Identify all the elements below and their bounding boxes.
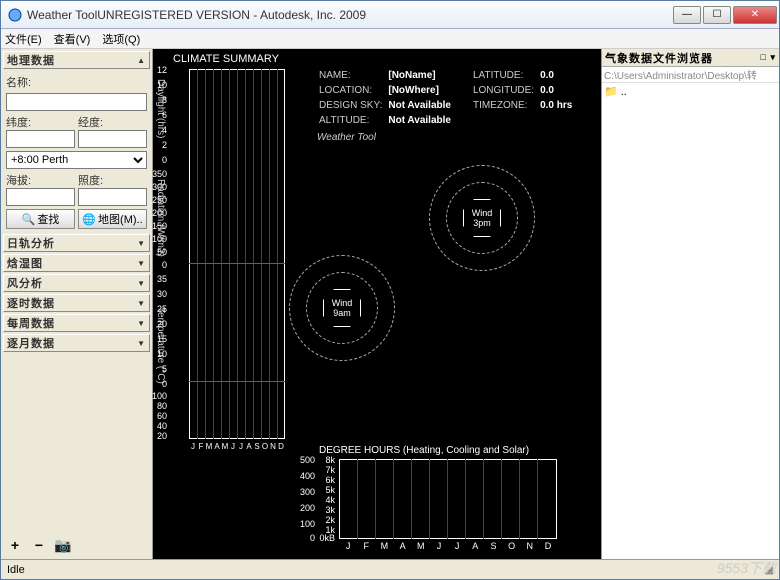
menu-view[interactable]: 查看(V) [54, 31, 91, 47]
file-browser: 气象数据文件浏览器 □ ▾ C:\Users\Administrator\Des… [601, 49, 779, 559]
lat-label: 纬度: [6, 114, 75, 130]
camera-button[interactable]: 📷 [54, 536, 72, 554]
statusbar: Idle ◢ [1, 559, 779, 579]
app-icon [7, 7, 23, 23]
globe-icon: 🌐 [82, 213, 96, 226]
maximize-button[interactable]: ☐ [703, 6, 731, 24]
titlebar: Weather ToolUNREGISTERED VERSION - Autod… [1, 1, 779, 29]
chevron-down-icon: ▼ [137, 319, 146, 328]
panel-hourly[interactable]: 逐时数据▼ [3, 294, 150, 312]
map-button[interactable]: 🌐地图(M).. [78, 209, 147, 229]
info-block: NAME:[NoName] LATITUDE:0.0 LOCATION:[NoW… [317, 67, 574, 144]
chevron-down-icon: ▼ [137, 279, 146, 288]
find-button[interactable]: 🔍查找 [6, 209, 75, 229]
illum-input[interactable] [78, 188, 147, 206]
panel-wind[interactable]: 风分析▼ [3, 274, 150, 292]
degree-title: DEGREE HOURS (Heating, Cooling and Solar… [319, 445, 529, 456]
lat-input[interactable] [6, 130, 75, 148]
canvas: CLIMATE SUMMARY Daylight (hrs) Radiation… [153, 49, 601, 559]
watermark: 9553下载 [717, 558, 776, 578]
browser-path: C:\Users\Administrator\Desktop\转 [602, 67, 779, 83]
wind-3pm: Wind3pm [463, 199, 501, 237]
illum-label: 照度: [78, 172, 147, 188]
timezone-select[interactable]: +8:00 Perth [6, 151, 147, 169]
find-label: 查找 [37, 211, 59, 227]
window-title: Weather ToolUNREGISTERED VERSION - Autod… [27, 8, 673, 22]
alt-label: 海拔: [6, 172, 75, 188]
zoom-out-button[interactable]: − [30, 536, 48, 554]
lon-input[interactable] [78, 130, 147, 148]
lon-label: 经度: [78, 114, 147, 130]
panel-psychro[interactable]: 焓湿图▼ [3, 254, 150, 272]
panel-suntrack[interactable]: 日轨分析▼ [3, 234, 150, 252]
menu-file[interactable]: 文件(E) [5, 31, 42, 47]
alt-input[interactable] [6, 188, 75, 206]
degree-chart: 5004003002001000 8k7k6k5k4k3k2k1k0kB JFM… [297, 459, 561, 551]
panel-weekly[interactable]: 每周数据▼ [3, 314, 150, 332]
left-sidebar: 地理数据 ▲ 名称: 纬度: 经度: +8:00 Perth 海拔: 照度: 🔍… [1, 49, 153, 559]
search-icon: 🔍 [22, 213, 36, 226]
close-button[interactable]: ✕ [733, 6, 777, 24]
panel-geo-title: 地理数据 [7, 52, 55, 68]
chevron-down-icon: ▼ [137, 299, 146, 308]
folder-up[interactable]: 📁 .. [604, 85, 777, 98]
months-axis: JFMAMJJASOND [189, 442, 285, 451]
minimize-button[interactable]: — [673, 6, 701, 24]
name-label: 名称: [6, 74, 147, 90]
chevron-up-icon: ▲ [137, 56, 146, 65]
browser-toggle-icon[interactable]: □ ▾ [761, 52, 776, 63]
wind-9am: Wind9am [323, 289, 361, 327]
chevron-down-icon: ▼ [137, 239, 146, 248]
browser-title: 气象数据文件浏览器 [605, 50, 713, 66]
panel-monthly[interactable]: 逐月数据▼ [3, 334, 150, 352]
panel-geo-header[interactable]: 地理数据 ▲ [3, 51, 150, 69]
menubar: 文件(E) 查看(V) 选项(Q) [1, 29, 779, 49]
folder-icon: 📁 [604, 85, 618, 98]
zoom-in-button[interactable]: + [6, 536, 24, 554]
status-text: Idle [7, 564, 25, 576]
climate-chart: Daylight (hrs) Radiation (W/m2) Temperat… [169, 69, 289, 439]
map-label: 地图(M).. [98, 211, 143, 227]
name-input[interactable] [6, 93, 147, 111]
chevron-down-icon: ▼ [137, 259, 146, 268]
chevron-down-icon: ▼ [137, 339, 146, 348]
climate-title: CLIMATE SUMMARY [173, 53, 279, 65]
menu-options[interactable]: 选项(Q) [102, 31, 140, 47]
